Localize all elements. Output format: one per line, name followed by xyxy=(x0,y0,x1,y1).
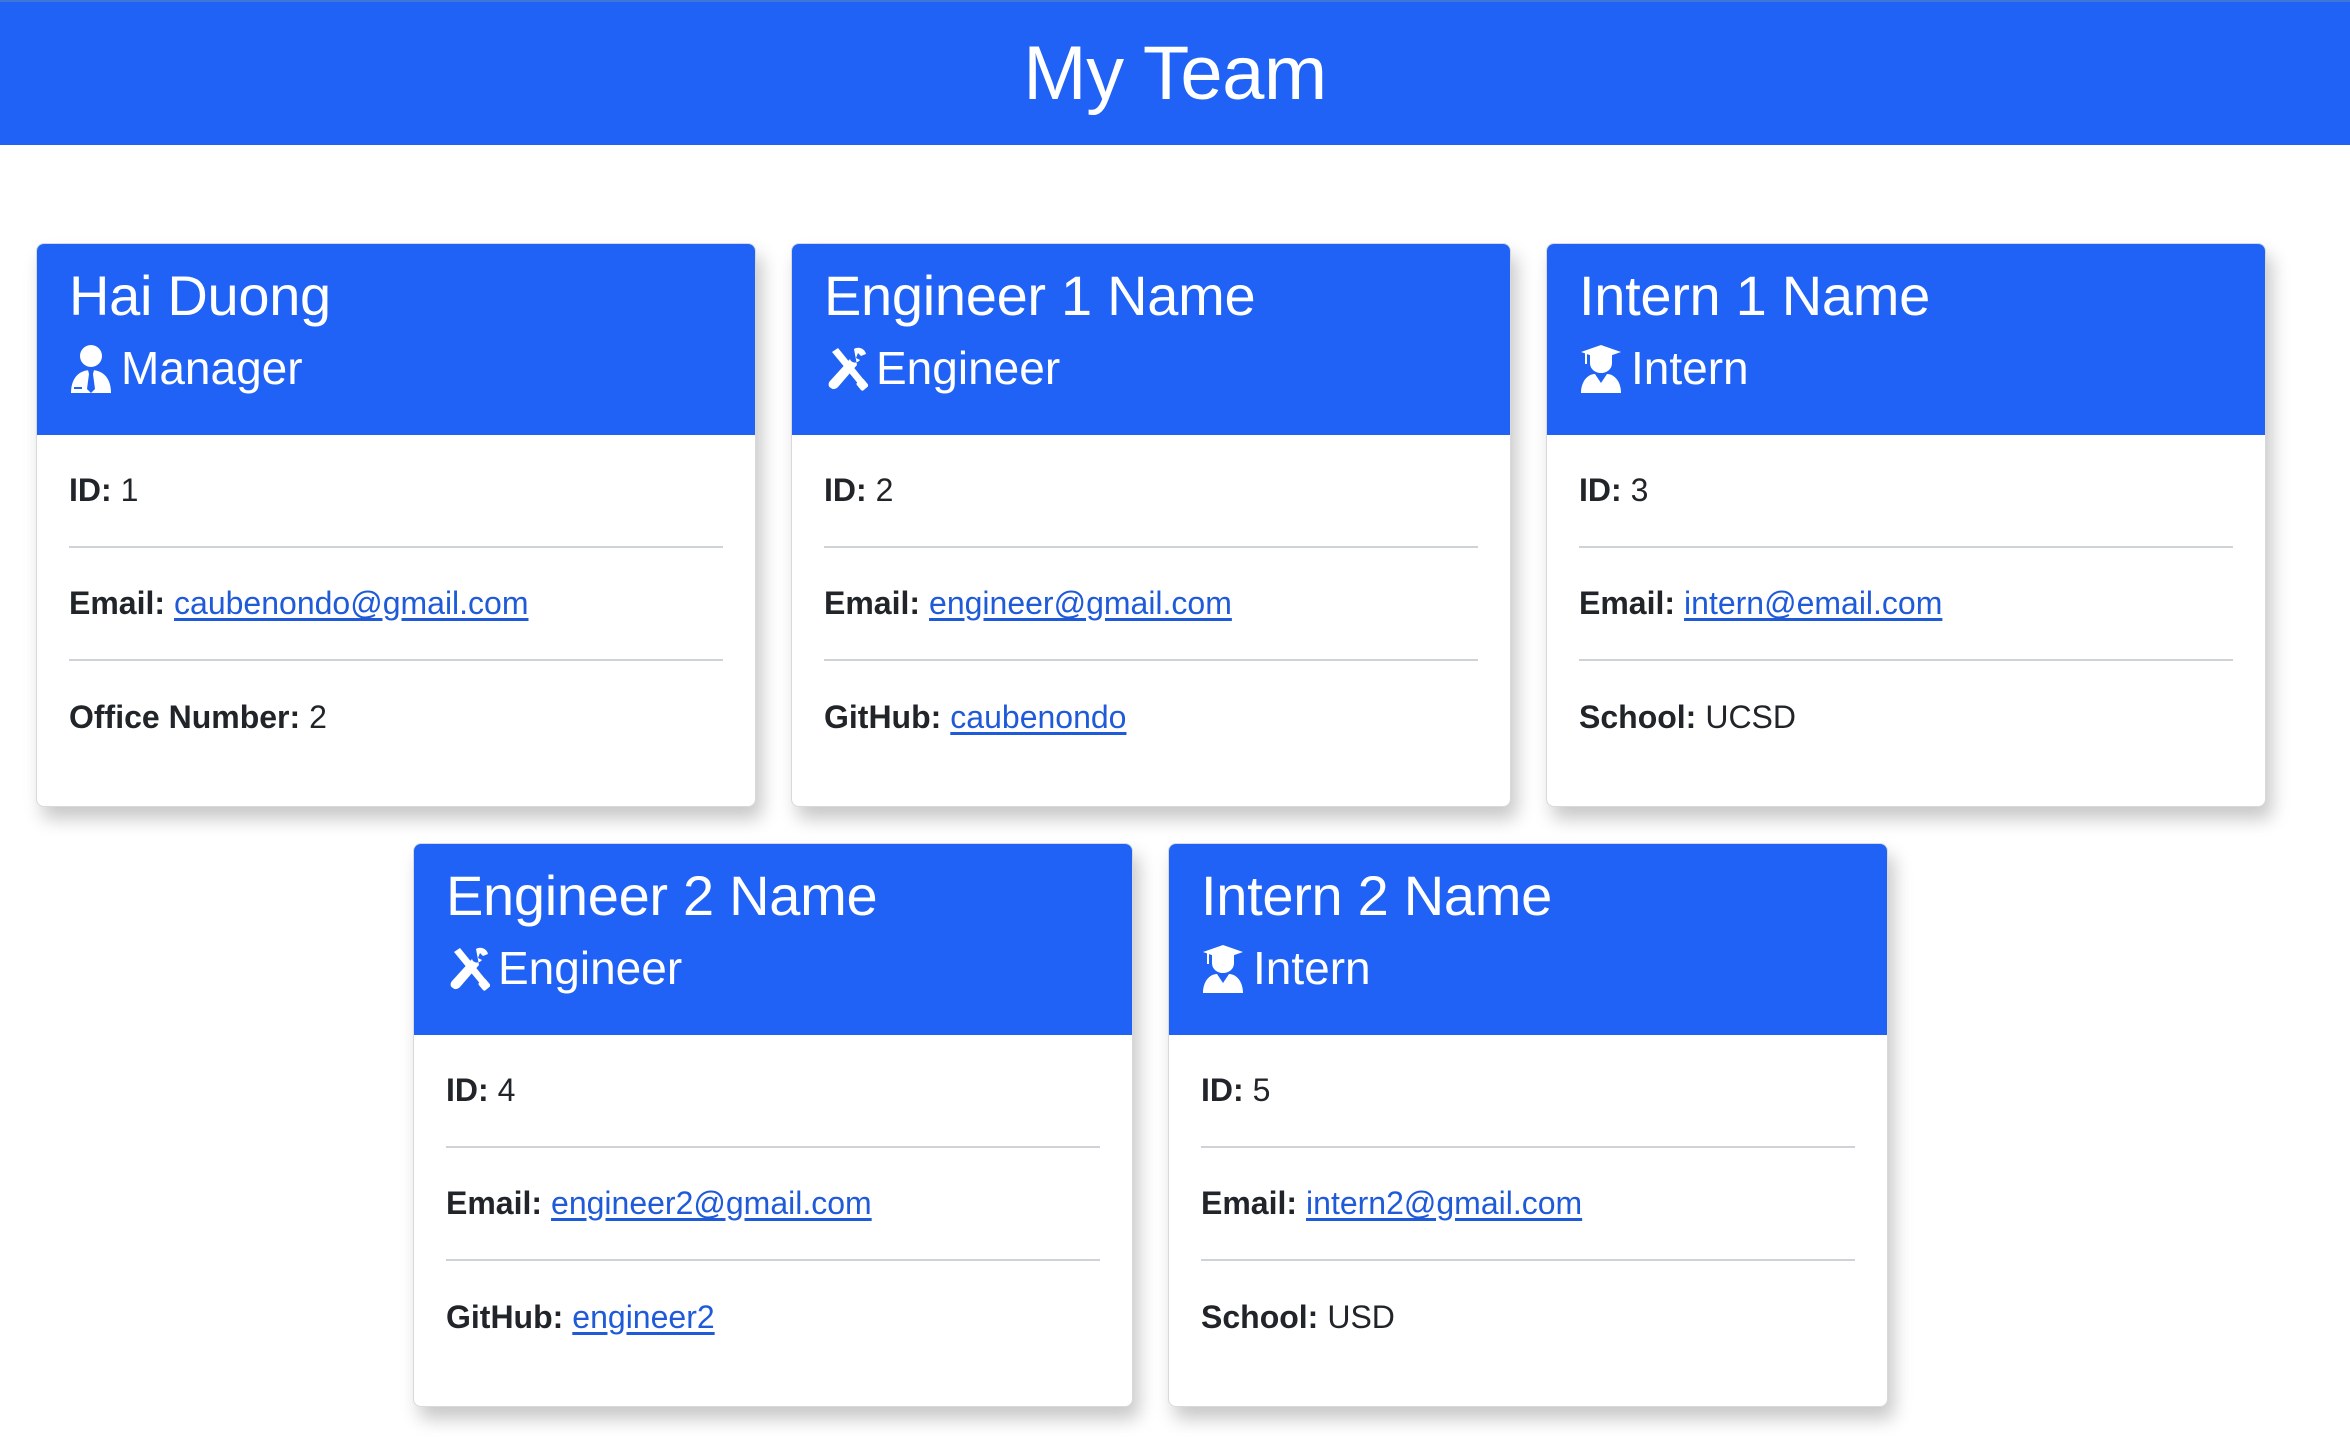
employee-name: Engineer 1 Name xyxy=(824,264,1256,327)
id-label: ID: xyxy=(824,472,867,508)
github-label: GitHub: xyxy=(824,699,942,735)
id-value: 4 xyxy=(497,1072,516,1108)
tools-icon xyxy=(824,343,868,393)
employee-role: Manager xyxy=(69,340,723,396)
email-link[interactable]: intern2@gmail.com xyxy=(1306,1185,1582,1222)
email-link[interactable]: caubenondo@gmail.com xyxy=(174,585,528,622)
email-row: Email: engineer2@gmail.com xyxy=(446,1148,1100,1261)
id-value: 1 xyxy=(120,472,139,508)
office-number-value: 2 xyxy=(309,699,327,735)
id-row: ID: 3 xyxy=(1579,435,2233,548)
card-header: Engineer 2 Name Engineer xyxy=(414,844,1132,1035)
card-body: ID: 3 Email: intern@email.com School: UC… xyxy=(1547,435,2265,774)
id-value: 2 xyxy=(875,472,894,508)
id-label: ID: xyxy=(446,1072,489,1108)
school-value: UCSD xyxy=(1705,699,1796,735)
github-row: GitHub: engineer2 xyxy=(446,1261,1100,1374)
email-row: Email: caubenondo@gmail.com xyxy=(69,548,723,661)
id-row: ID: 4 xyxy=(446,1035,1100,1148)
employee-role: Intern xyxy=(1201,940,1855,996)
office-number-label: Office Number: xyxy=(69,699,301,735)
role-label: Intern xyxy=(1631,342,1749,394)
school-row: School: UCSD xyxy=(1579,661,2233,774)
school-label: School: xyxy=(1579,699,1697,735)
email-row: Email: intern2@gmail.com xyxy=(1201,1148,1855,1261)
employee-name: Hai Duong xyxy=(69,264,331,327)
id-row: ID: 5 xyxy=(1201,1035,1855,1148)
role-label: Manager xyxy=(121,342,303,394)
github-link[interactable]: caubenondo xyxy=(950,699,1126,736)
id-value: 5 xyxy=(1252,1072,1271,1108)
id-label: ID: xyxy=(1579,472,1622,508)
school-label: School: xyxy=(1201,1299,1319,1335)
id-label: ID: xyxy=(1201,1072,1244,1108)
card-header: Intern 2 Name Intern xyxy=(1169,844,1887,1035)
email-label: Email: xyxy=(824,585,921,621)
id-value: 3 xyxy=(1630,472,1649,508)
card-body: ID: 5 Email: intern2@gmail.com School: U… xyxy=(1169,1035,1887,1374)
email-label: Email: xyxy=(1201,1185,1298,1221)
employee-role: Intern xyxy=(1579,340,2233,396)
user-tie-icon xyxy=(69,343,113,393)
employee-role: Engineer xyxy=(446,940,1100,996)
employee-name: Engineer 2 Name xyxy=(446,864,878,927)
employee-card-engineer: Engineer 2 Name Engineer ID: 4 Email: en… xyxy=(413,843,1133,1407)
role-label: Engineer xyxy=(876,342,1061,394)
email-link[interactable]: engineer2@gmail.com xyxy=(551,1185,872,1222)
graduate-icon xyxy=(1579,343,1623,393)
email-link[interactable]: engineer@gmail.com xyxy=(929,585,1232,622)
card-header: Intern 1 Name Intern xyxy=(1547,244,2265,435)
card-header: Engineer 1 Name Engineer xyxy=(792,244,1510,435)
id-row: ID: 2 xyxy=(824,435,1478,548)
tools-icon xyxy=(446,943,490,993)
office-number-row: Office Number: 2 xyxy=(69,661,723,774)
graduate-icon xyxy=(1201,943,1245,993)
github-row: GitHub: caubenondo xyxy=(824,661,1478,774)
email-label: Email: xyxy=(1579,585,1676,621)
employee-card-manager: Hai Duong Manager ID: 1 Email: caubenond… xyxy=(36,243,756,807)
card-body: ID: 4 Email: engineer2@gmail.com GitHub:… xyxy=(414,1035,1132,1374)
role-label: Engineer xyxy=(498,942,683,994)
card-body: ID: 1 Email: caubenondo@gmail.com Office… xyxy=(37,435,755,774)
employee-card-intern: Intern 2 Name Intern ID: 5 Email: intern… xyxy=(1168,843,1888,1407)
email-label: Email: xyxy=(446,1185,543,1221)
card-body: ID: 2 Email: engineer@gmail.com GitHub: … xyxy=(792,435,1510,774)
employee-card-intern: Intern 1 Name Intern ID: 3 Email: intern… xyxy=(1546,243,2266,807)
page-title: My Team xyxy=(1023,31,1327,116)
github-link[interactable]: engineer2 xyxy=(572,1299,714,1336)
email-row: Email: intern@email.com xyxy=(1579,548,2233,661)
employee-name: Intern 1 Name xyxy=(1579,264,1930,327)
email-link[interactable]: intern@email.com xyxy=(1684,585,1942,622)
id-label: ID: xyxy=(69,472,112,508)
employee-card-engineer: Engineer 1 Name Engineer ID: 2 Email: en… xyxy=(791,243,1511,807)
employee-name: Intern 2 Name xyxy=(1201,864,1552,927)
school-row: School: USD xyxy=(1201,1261,1855,1374)
github-label: GitHub: xyxy=(446,1299,564,1335)
email-row: Email: engineer@gmail.com xyxy=(824,548,1478,661)
card-header: Hai Duong Manager xyxy=(37,244,755,435)
id-row: ID: 1 xyxy=(69,435,723,548)
page-header: My Team xyxy=(0,0,2350,145)
role-label: Intern xyxy=(1253,942,1371,994)
email-label: Email: xyxy=(69,585,166,621)
employee-role: Engineer xyxy=(824,340,1478,396)
school-value: USD xyxy=(1327,1299,1395,1335)
